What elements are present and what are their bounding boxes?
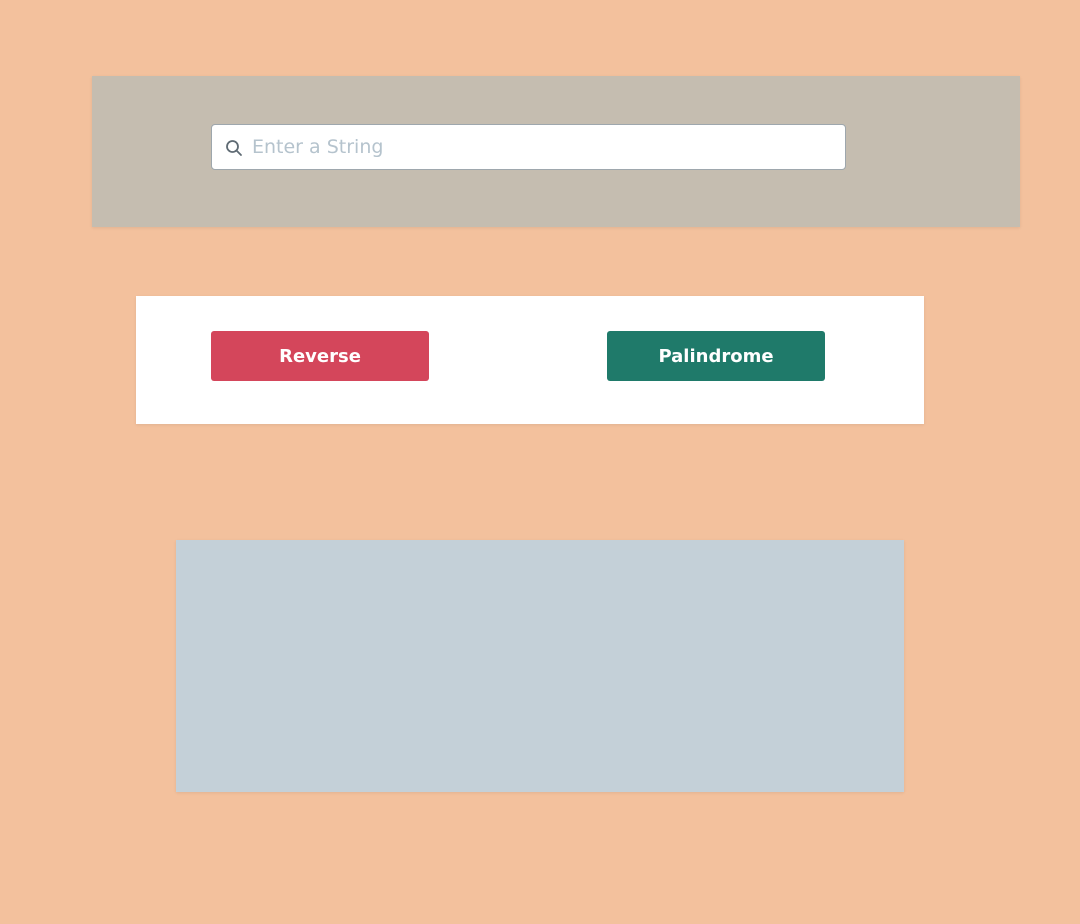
result-panel: [176, 540, 904, 792]
palindrome-button[interactable]: Palindrome: [607, 331, 825, 381]
button-panel: Reverse Palindrome: [136, 296, 924, 424]
search-box[interactable]: [211, 124, 846, 170]
search-panel: [92, 76, 1020, 227]
reverse-button[interactable]: Reverse: [211, 331, 429, 381]
search-icon: [225, 139, 243, 157]
string-input[interactable]: [252, 125, 832, 169]
